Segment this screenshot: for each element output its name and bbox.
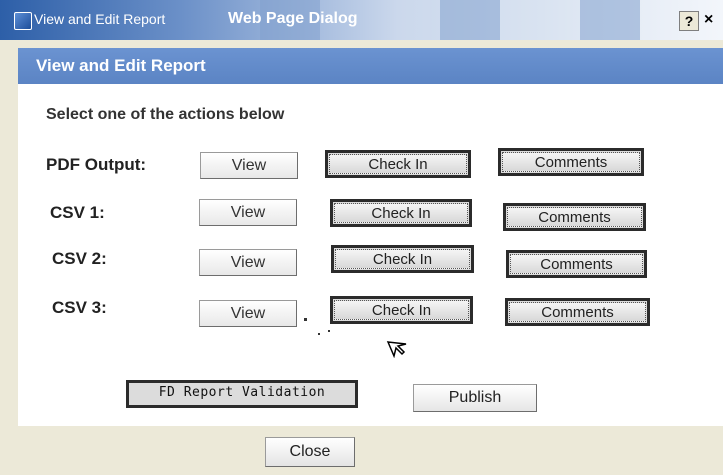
artifact-mark <box>304 318 307 321</box>
comments-label: Comments <box>509 302 646 322</box>
header-title: View and Edit Report <box>36 56 206 75</box>
comments-button[interactable]: Comments <box>505 298 650 326</box>
comments-button[interactable]: Comments <box>503 203 646 231</box>
artifact-mark <box>318 333 320 335</box>
fd-report-validation-button[interactable]: FD Report Validation <box>126 380 358 408</box>
check-in-label: Check In <box>335 249 470 269</box>
comments-label: Comments <box>510 254 643 274</box>
comments-label: Comments <box>507 207 642 227</box>
check-in-label: Check In <box>334 300 469 320</box>
close-button[interactable]: Close <box>265 437 355 467</box>
check-in-button[interactable]: Check In <box>331 245 474 273</box>
view-button[interactable]: View <box>199 199 297 226</box>
window-title: View and Edit Report <box>34 11 166 27</box>
row-label-csv-3: CSV 3: <box>52 298 107 317</box>
check-in-button[interactable]: Check In <box>330 199 472 227</box>
view-button[interactable]: View <box>200 152 298 179</box>
dialog-window: View and Edit Report Web Page Dialog ? ×… <box>0 0 723 475</box>
row-label-pdf-output: PDF Output: <box>46 155 147 174</box>
artifact-mark <box>328 330 330 332</box>
check-in-label: Check In <box>334 203 468 223</box>
row-label-csv-2: CSV 2: <box>52 249 107 268</box>
window-subtitle: Web Page Dialog <box>228 10 358 27</box>
check-in-button[interactable]: Check In <box>330 296 473 324</box>
title-bar: View and Edit Report Web Page Dialog ? × <box>0 0 723 40</box>
app-icon <box>14 12 32 30</box>
mouse-cursor-icon <box>386 341 407 358</box>
help-button[interactable]: ? <box>679 11 699 31</box>
comments-label: Comments <box>502 152 640 172</box>
comments-button[interactable]: Comments <box>506 250 647 278</box>
comments-button[interactable]: Comments <box>498 148 644 176</box>
dialog-footer <box>0 426 723 475</box>
view-button[interactable]: View <box>199 249 297 276</box>
row-label-csv-1: CSV 1: <box>50 203 105 222</box>
check-in-button[interactable]: Check In <box>325 150 471 178</box>
dialog-header: View and Edit Report <box>18 48 723 84</box>
instruction-text: Select one of the actions below <box>46 106 285 123</box>
title-bar-shade <box>580 0 640 40</box>
check-in-label: Check In <box>329 154 467 174</box>
publish-button[interactable]: Publish <box>413 384 537 412</box>
close-icon[interactable]: × <box>704 11 723 31</box>
view-button[interactable]: View <box>199 300 297 327</box>
title-bar-shade <box>440 0 500 40</box>
